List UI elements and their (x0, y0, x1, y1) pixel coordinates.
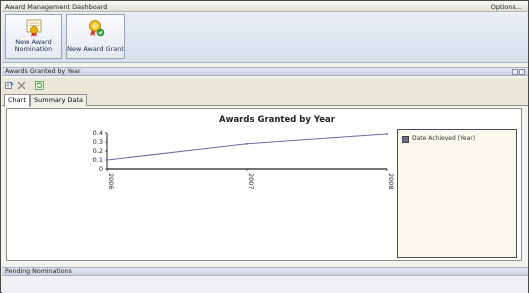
awards-panel-title: Awards Granted by Year (5, 68, 81, 75)
tab-summary-data[interactable]: Summary Data (30, 94, 87, 106)
chart-toolbar (2, 78, 528, 92)
delete-icon[interactable] (17, 81, 26, 90)
award-nomination-icon (26, 19, 41, 37)
legend-swatch (402, 136, 409, 143)
grid-settings-icon[interactable] (5, 81, 14, 90)
minimize-panel-button[interactable] (512, 69, 518, 75)
options-menu[interactable]: Options... (491, 2, 522, 12)
window-title: Award Management Dashboard (5, 3, 108, 11)
new-award-grant-button[interactable]: New Award Grant (66, 14, 125, 59)
chart-tabs: Chart Summary Data (2, 92, 528, 107)
data-point (386, 132, 388, 135)
y-tick-label: 0 (99, 165, 103, 173)
new-award-nomination-button[interactable]: New Award Nomination (5, 14, 62, 59)
data-point (246, 142, 248, 145)
pending-panel-header: Pending Nominations (2, 267, 528, 276)
new-award-nomination-label: New Award Nomination (14, 38, 53, 53)
y-tick-label: 0.1 (93, 156, 103, 164)
data-point (106, 159, 108, 161)
close-panel-button[interactable] (519, 69, 525, 75)
x-tick-label: 2006 (107, 173, 115, 190)
pending-panel-body (2, 277, 528, 293)
y-tick-label: 0.4 (93, 129, 103, 137)
line-chart: 0.40.30.20.10 2006 2007 2008 (93, 129, 396, 190)
panel-controls (511, 69, 525, 77)
y-tick-label: 0.3 (93, 138, 103, 146)
chart-legend: Date Achieved (Year) (397, 129, 517, 258)
awards-panel-header: Awards Granted by Year (2, 67, 528, 76)
new-award-grant-label: New Award Grant (67, 45, 124, 53)
x-tick-label: 2007 (247, 173, 255, 190)
title-bar: Award Management Dashboard Options... (2, 2, 528, 12)
refresh-icon[interactable] (35, 81, 44, 90)
x-tick-label: 2008 (387, 173, 395, 190)
tab-chart[interactable]: Chart (4, 94, 30, 107)
ribbon-toolbar: New Award Nomination New Award Grant (2, 12, 528, 63)
chart-area: Awards Granted by Year 0.4 0.3 0.2 0.1 0 2006… (6, 108, 522, 261)
pending-panel-title: Pending Nominations (5, 268, 72, 275)
legend-entry-label: Date Achieved (Year) (412, 135, 476, 142)
series-line (106, 133, 388, 161)
award-grant-icon (88, 20, 104, 37)
app-window: Award Management Dashboard Options... Ne… (0, 0, 529, 293)
y-tick-label: 0.2 (93, 147, 103, 155)
